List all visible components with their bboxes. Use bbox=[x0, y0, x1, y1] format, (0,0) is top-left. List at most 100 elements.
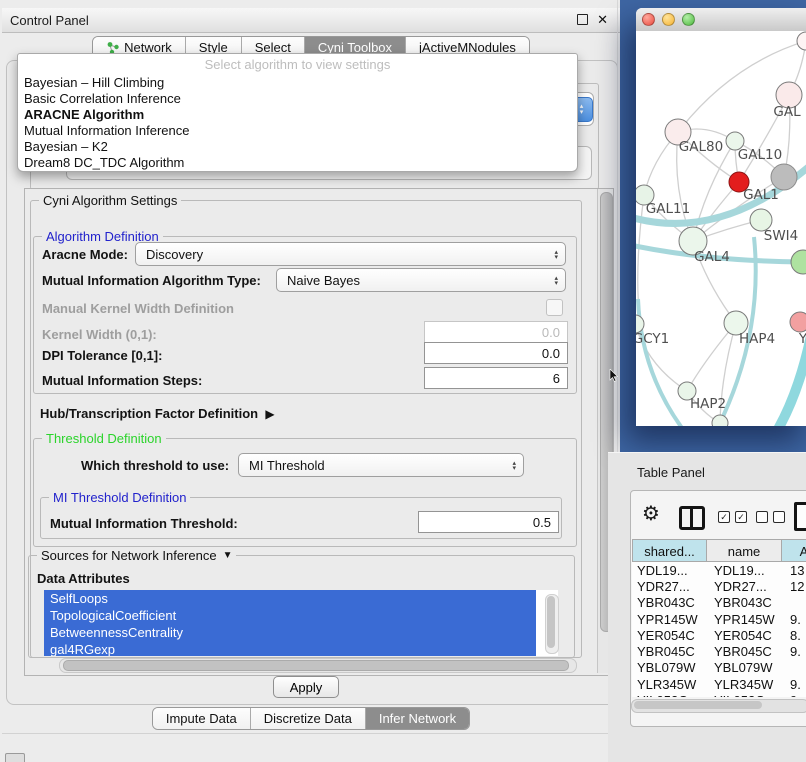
algorithm-option-mutual-information-inference[interactable]: Mutual Information Inference bbox=[18, 123, 577, 139]
table-cell: YER054C bbox=[707, 628, 784, 643]
network-node-y[interactable] bbox=[790, 312, 806, 332]
algorithm-option-bayesian-k2[interactable]: Bayesian – K2 bbox=[18, 139, 577, 155]
table-cell: YBR045C bbox=[707, 644, 784, 659]
scrollbar-thumb[interactable] bbox=[63, 660, 569, 671]
network-window: GALGAL80GAL10GAL1SWI4GAL4GAL11GCY1HAP4YH… bbox=[636, 8, 806, 426]
column-header-name[interactable]: name bbox=[707, 539, 782, 562]
mi-steps-field[interactable]: 6 bbox=[424, 367, 568, 389]
table-cell: YDR27... bbox=[632, 579, 707, 594]
network-window-titlebar[interactable] bbox=[636, 8, 806, 32]
algorithm-option-basic-correlation-inference[interactable]: Basic Correlation Inference bbox=[18, 91, 577, 107]
table-row[interactable]: YPR145WYPR145W9. bbox=[632, 611, 806, 627]
attribute-item-betweennesscentrality[interactable]: BetweennessCentrality bbox=[44, 624, 536, 641]
float-window-icon[interactable] bbox=[577, 14, 588, 25]
network-node[interactable] bbox=[791, 250, 806, 274]
table-cell: YPR145W bbox=[632, 612, 707, 627]
screen: Control Panel ✕ NetworkStyleSelectCyni T… bbox=[0, 0, 806, 762]
network-edge[interactable] bbox=[687, 323, 736, 391]
close-icon[interactable]: ✕ bbox=[597, 13, 608, 26]
stepper-icon: ▴▾ bbox=[554, 270, 558, 292]
table-row[interactable]: YDL19...YDL19...13 bbox=[632, 562, 806, 578]
columns-icon[interactable] bbox=[679, 506, 705, 530]
mi-threshold-field[interactable]: 0.5 bbox=[418, 511, 559, 533]
attribute-item-gal4rgexp[interactable]: gal4RGexp bbox=[44, 641, 536, 656]
table-cell: YPR145W bbox=[707, 612, 784, 627]
attribute-item-selfloops[interactable]: SelfLoops bbox=[44, 590, 536, 607]
minimized-panel-icon[interactable] bbox=[5, 753, 25, 762]
table-cell: YDL19... bbox=[707, 563, 784, 578]
table-row[interactable]: YBR043CYBR043C bbox=[632, 595, 806, 611]
table-row[interactable]: YDR27...YDR27...12 bbox=[632, 578, 806, 594]
gear-icon[interactable]: ⚙ bbox=[642, 503, 660, 525]
column-header-a[interactable]: A bbox=[782, 539, 806, 562]
close-traffic-icon[interactable] bbox=[642, 13, 655, 26]
cyni-settings-title: Cyni Algorithm Settings bbox=[39, 193, 181, 208]
table-cell: 8. bbox=[784, 628, 806, 643]
export-table-icon[interactable] bbox=[794, 502, 806, 531]
network-edge[interactable] bbox=[638, 299, 688, 426]
apply-button[interactable]: Apply bbox=[273, 676, 339, 698]
minimize-traffic-icon[interactable] bbox=[662, 13, 675, 26]
algorithm-dropdown: Select algorithm to view settings Bayesi… bbox=[17, 53, 578, 172]
table-row[interactable]: YBR045CYBR045C9. bbox=[632, 643, 806, 659]
algorithm-option-bayesian-hill-climbing[interactable]: Bayesian – Hill Climbing bbox=[18, 75, 577, 91]
tab-label: Infer Network bbox=[379, 708, 456, 729]
table-cell: 13 bbox=[784, 563, 806, 578]
expand-right-icon[interactable]: ▶ bbox=[265, 407, 274, 421]
select-all-columns-icon[interactable]: ✓✓ bbox=[718, 511, 747, 523]
panel-divider bbox=[2, 733, 620, 734]
mi-type-select[interactable]: Naive Bayes ▴▾ bbox=[276, 268, 566, 292]
scrollbar-thumb[interactable] bbox=[547, 596, 555, 648]
bottom-tab-impute-data[interactable]: Impute Data bbox=[153, 708, 250, 729]
which-threshold-select[interactable]: MI Threshold ▴▾ bbox=[238, 453, 524, 477]
network-node[interactable] bbox=[797, 32, 806, 50]
table-horizontal-scrollbar[interactable] bbox=[631, 699, 806, 713]
zoom-traffic-icon[interactable] bbox=[682, 13, 695, 26]
scrollbar-thumb[interactable] bbox=[634, 701, 762, 709]
algorithm-option-aracne-algorithm[interactable]: ARACNE Algorithm bbox=[18, 107, 577, 123]
control-panel-title: Control Panel bbox=[10, 13, 89, 28]
table-cell: YLR345W bbox=[707, 677, 784, 692]
tab-label: Impute Data bbox=[166, 708, 237, 729]
column-header-shared[interactable]: shared... bbox=[632, 539, 707, 562]
mi-type-label: Mutual Information Algorithm Type: bbox=[42, 273, 261, 288]
node-label-gal1: GAL1 bbox=[743, 187, 779, 203]
network-edge[interactable] bbox=[693, 141, 735, 241]
dropdown-placeholder: Select algorithm to view settings bbox=[18, 54, 577, 75]
settings-horizontal-scrollbar[interactable] bbox=[59, 658, 577, 673]
bottom-tab-discretize-data[interactable]: Discretize Data bbox=[250, 708, 365, 729]
mi-threshold-title: MI Threshold Definition bbox=[49, 490, 190, 505]
table-row[interactable]: YLR345WYLR345W9. bbox=[632, 676, 806, 692]
table-row[interactable]: YBL079WYBL079W bbox=[632, 660, 806, 676]
table-cell: 9 bbox=[784, 693, 806, 697]
table-cell: YBR043C bbox=[632, 595, 707, 610]
collapse-down-icon[interactable]: ▼ bbox=[223, 548, 233, 563]
algorithm-option-dream8-dc-tdc-algorithm[interactable]: Dream8 DC_TDC Algorithm bbox=[18, 155, 577, 171]
panel-splitter[interactable] bbox=[617, 0, 618, 452]
table-row[interactable]: YER054CYER054C8. bbox=[632, 627, 806, 643]
dpi-tolerance-field[interactable]: 0.0 bbox=[424, 342, 568, 364]
network-graph[interactable]: GALGAL80GAL10GAL1SWI4GAL4GAL11GCY1HAP4YH… bbox=[636, 31, 806, 426]
table-cell: 9. bbox=[784, 677, 806, 692]
sources-title[interactable]: Sources for Network Inference ▼ bbox=[37, 548, 236, 563]
data-attributes-list[interactable]: SelfLoopsTopologicalCoefficientBetweenne… bbox=[44, 590, 558, 656]
attribute-item-topologicalcoefficient[interactable]: TopologicalCoefficient bbox=[44, 607, 536, 624]
network-node[interactable] bbox=[712, 415, 728, 426]
node-label-hap4: HAP4 bbox=[739, 331, 775, 347]
table-row[interactable]: YIL052CYIL052C9 bbox=[632, 692, 806, 697]
hub-definition-label[interactable]: Hub/Transcription Factor Definition ▶ bbox=[40, 406, 275, 421]
table-cell: YDR27... bbox=[707, 579, 784, 594]
node-label-swi4: SWI4 bbox=[764, 228, 799, 244]
node-label-hap2: HAP2 bbox=[690, 396, 726, 412]
deselect-all-columns-icon[interactable] bbox=[756, 511, 785, 523]
table-cell: YBL079W bbox=[632, 660, 707, 675]
dpi-tolerance-label: DPI Tolerance [0,1]: bbox=[42, 348, 162, 363]
bottom-tab-infer-network[interactable]: Infer Network bbox=[365, 708, 469, 729]
aracne-mode-select[interactable]: Discovery ▴▾ bbox=[135, 242, 566, 266]
table-cell: 12 bbox=[784, 579, 806, 594]
attributes-scrollbar[interactable] bbox=[545, 594, 559, 654]
manual-kernel-checkbox[interactable] bbox=[546, 299, 563, 316]
kernel-width-field[interactable]: 0.0 bbox=[424, 321, 568, 343]
kernel-width-label: Kernel Width (0,1): bbox=[42, 327, 157, 342]
network-canvas[interactable]: GALGAL80GAL10GAL1SWI4GAL4GAL11GCY1HAP4YH… bbox=[636, 31, 806, 426]
